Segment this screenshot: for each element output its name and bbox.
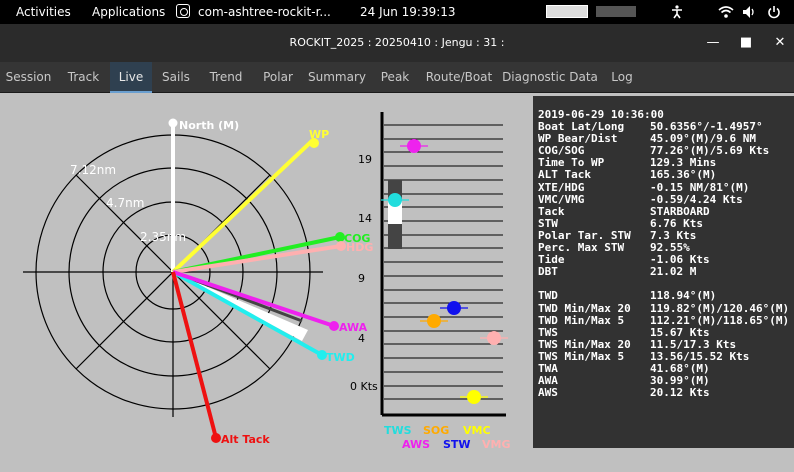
info-row-label: XTE/HDG	[538, 180, 585, 194]
info-row-value: 119.82°(M)/120.46°(M)	[650, 301, 790, 315]
tab-bar: Session Track Live Sails Trend Polar Sum…	[0, 62, 794, 93]
info-row-value: 45.09°(M)/9.6 NM	[650, 132, 756, 146]
info-row-value: -0.15 NM/81°(M)	[650, 180, 750, 194]
info-row-label: ALT Tack	[538, 168, 591, 182]
close-button[interactable]: ✕	[770, 33, 790, 53]
legend-stw: STW	[443, 438, 471, 451]
marker-tws	[381, 193, 409, 207]
applications-menu[interactable]: Applications	[92, 5, 165, 19]
input-indicator[interactable]	[546, 5, 588, 18]
marker-aws	[400, 139, 428, 153]
compass-plot: 7.12nm 4.7nm 2.35nm North (M) WP COG HDG…	[23, 118, 373, 446]
info-row-label: AWS	[538, 386, 558, 400]
power-icon[interactable]	[767, 5, 781, 19]
tick-9: 9	[358, 272, 365, 285]
legend-sog: SOG	[423, 424, 449, 437]
tab-summary[interactable]: Summary	[304, 62, 370, 93]
info-row: AWS 20.12 Kts	[538, 387, 789, 399]
tick-0: 0 Kts	[350, 380, 378, 393]
marker-vmg	[480, 331, 508, 345]
tab-diagnostic-data[interactable]: Diagnostic Data	[498, 62, 602, 93]
window-title-bar: ROCKIT_2025 : 20250410 : Jengu : 31 : — …	[0, 24, 794, 62]
legend-vmg: VMG	[482, 438, 511, 451]
tab-live[interactable]: Live	[110, 62, 152, 93]
info-row-value: 41.68°(M)	[650, 361, 710, 375]
info-row-label: TWD Min/Max 20	[538, 301, 631, 315]
app-icon[interactable]	[176, 4, 190, 18]
legend-aws: AWS	[402, 438, 430, 451]
info-row-value: 15.67 Kts	[650, 325, 710, 339]
info-row-value: 50.6356°/-1.4957°	[650, 120, 763, 134]
speed-scale: 19 14 9 4 0 Kts TWS SOG VMC AWS STW VMG	[350, 112, 511, 451]
marker-sog	[420, 314, 448, 328]
vector-north: North (M)	[168, 118, 239, 272]
info-row-value: 11.5/17.3 Kts	[650, 337, 737, 351]
info-row-label: TWD	[538, 289, 558, 303]
info-row-value: -0.59/4.24 Kts	[650, 192, 743, 206]
tab-sails[interactable]: Sails	[152, 62, 200, 93]
status-indicator	[596, 6, 636, 17]
system-top-bar: Activities Applications com-ashtree-rock…	[0, 0, 794, 24]
accessibility-icon[interactable]	[670, 5, 684, 19]
tick-14: 14	[358, 212, 372, 225]
marker-vmc	[460, 390, 488, 404]
info-row-label: TWS	[538, 325, 558, 339]
tab-polar[interactable]: Polar	[252, 62, 304, 93]
info-row-value: 112.21°(M)/118.65°(M)	[650, 313, 790, 327]
info-row-label: TWD Min/Max 5	[538, 313, 625, 327]
info-row-value: STARBOARD	[650, 204, 710, 218]
north-label: North (M)	[179, 119, 239, 132]
ring-label-inner: 2.35nm	[140, 230, 186, 244]
tick-4: 4	[358, 332, 365, 345]
info-row-value: 20.12 Kts	[650, 386, 710, 400]
tab-trend[interactable]: Trend	[200, 62, 252, 93]
info-row-value: 13.56/15.52 Kts	[650, 349, 750, 363]
alt-tack-label: Alt Tack	[221, 433, 270, 446]
info-row-value: 30.99°(M)	[650, 374, 710, 388]
info-row-value: 6.76 Kts	[650, 216, 703, 230]
tws-range-bar	[388, 180, 402, 249]
wifi-icon[interactable]	[718, 5, 734, 19]
info-row-value: 165.36°(M)	[650, 168, 717, 182]
info-row-value: 21.02 M	[650, 265, 697, 279]
info-row-label: VMC/VMG	[538, 192, 585, 206]
tab-track[interactable]: Track	[57, 62, 110, 93]
info-row-label: DBT	[538, 265, 558, 279]
window-title: ROCKIT_2025 : 20250410 : Jengu : 31 :	[289, 36, 505, 49]
app-title[interactable]: com-ashtree-rockit-r...	[198, 5, 331, 19]
legend-tws: TWS	[384, 424, 412, 437]
ring-label-mid: 4.7nm	[106, 196, 144, 210]
info-row-value: 92.55%	[650, 241, 690, 255]
tab-peak[interactable]: Peak	[370, 62, 420, 93]
activities-button[interactable]: Activities	[16, 5, 71, 19]
info-row-value: 129.3 Mins	[650, 156, 717, 170]
wp-label: WP	[309, 128, 329, 141]
tick-19: 19	[358, 153, 372, 166]
ring-label-outer: 7.12nm	[70, 163, 116, 177]
tab-log[interactable]: Log	[602, 62, 642, 93]
tab-route-boat[interactable]: Route/Boat	[420, 62, 498, 93]
info-row-value: 118.94°(M)	[650, 289, 717, 303]
info-readout: 2019-06-29 10:36:00 Boat Lat/Long 50.6356°…	[538, 108, 790, 399]
maximize-button[interactable]: ■	[736, 33, 756, 53]
clock[interactable]: 24 Jun 19:39:13	[360, 5, 456, 19]
info-row-value: 7.3 Kts	[650, 228, 697, 242]
minimize-button[interactable]: —	[703, 33, 723, 53]
speed-gridlines	[384, 124, 503, 400]
info-row: DBT 21.02 M	[538, 266, 789, 278]
volume-icon[interactable]	[742, 5, 756, 19]
tab-session[interactable]: Session	[0, 62, 57, 93]
legend-vmc: VMC	[463, 424, 491, 437]
info-row-value: -1.06 Kts	[650, 253, 710, 267]
info-row-value: 77.26°(M)/5.69 Kts	[650, 144, 770, 158]
